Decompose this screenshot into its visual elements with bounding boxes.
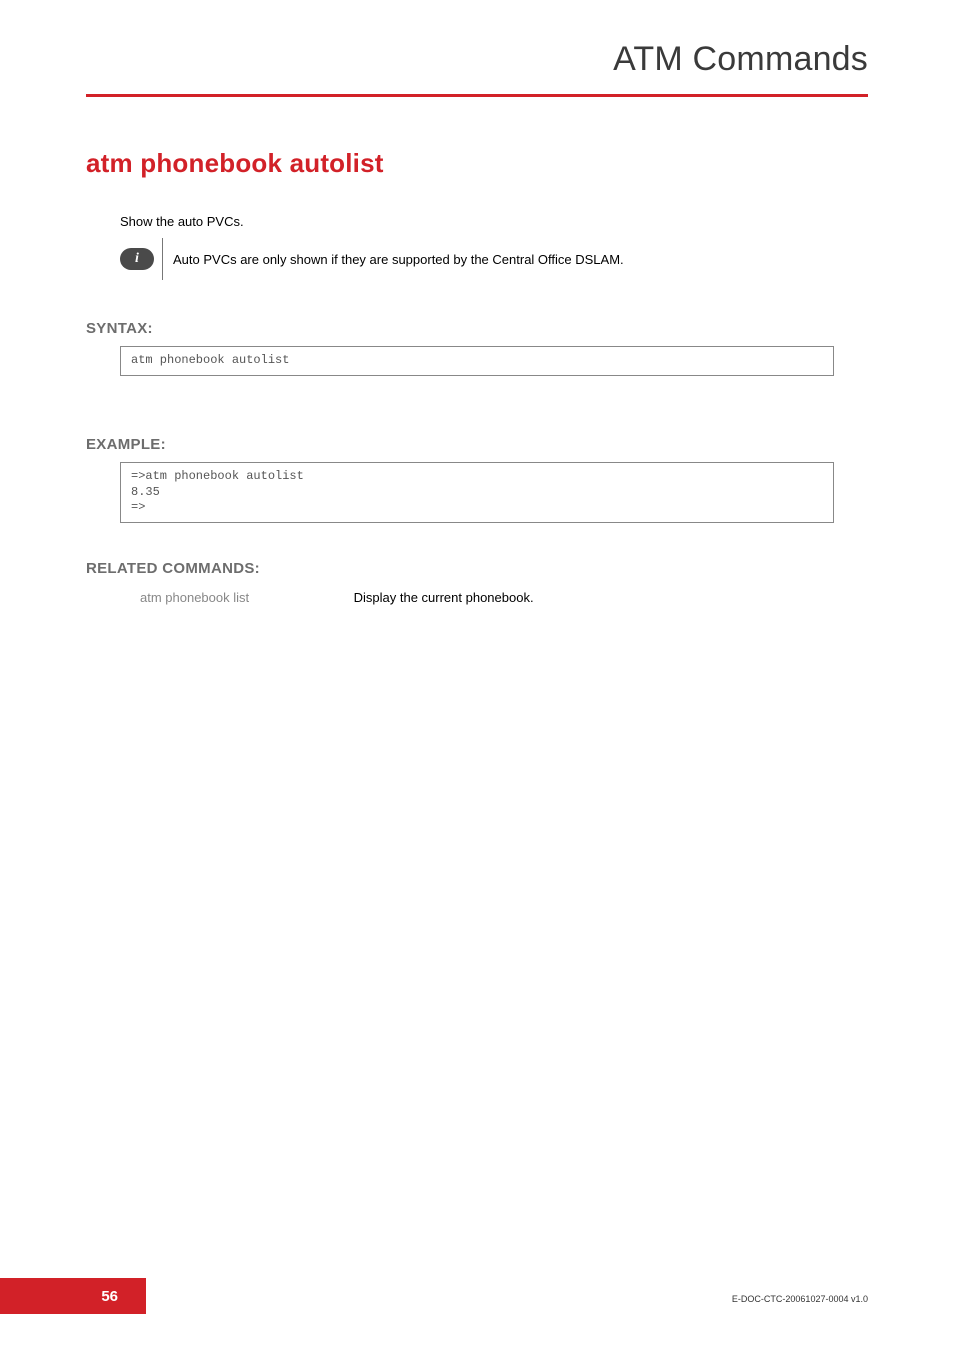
page-number-badge: 56 [0, 1278, 146, 1314]
info-icon: i [120, 248, 154, 270]
syntax-heading: SYNTAX: [86, 320, 153, 337]
command-title: atm phonebook autolist [86, 148, 384, 179]
info-note-text: Auto PVCs are only shown if they are sup… [173, 252, 624, 267]
page-header-title: ATM Commands [613, 40, 868, 79]
related-commands-row: atm phonebook list Display the current p… [140, 590, 534, 605]
command-intro: Show the auto PVCs. [120, 214, 244, 229]
example-heading: EXAMPLE: [86, 436, 166, 453]
info-separator [162, 238, 163, 280]
related-heading: RELATED COMMANDS: [86, 560, 260, 577]
related-command-desc: Display the current phonebook. [354, 590, 534, 605]
info-note-row: i Auto PVCs are only shown if they are s… [120, 238, 624, 280]
related-command-name: atm phonebook list [140, 590, 350, 605]
header-rule [86, 94, 868, 97]
syntax-code-box: atm phonebook autolist [120, 346, 834, 376]
doc-id: E-DOC-CTC-20061027-0004 v1.0 [732, 1294, 868, 1304]
example-code-box: =>atm phonebook autolist 8.35 => [120, 462, 834, 523]
